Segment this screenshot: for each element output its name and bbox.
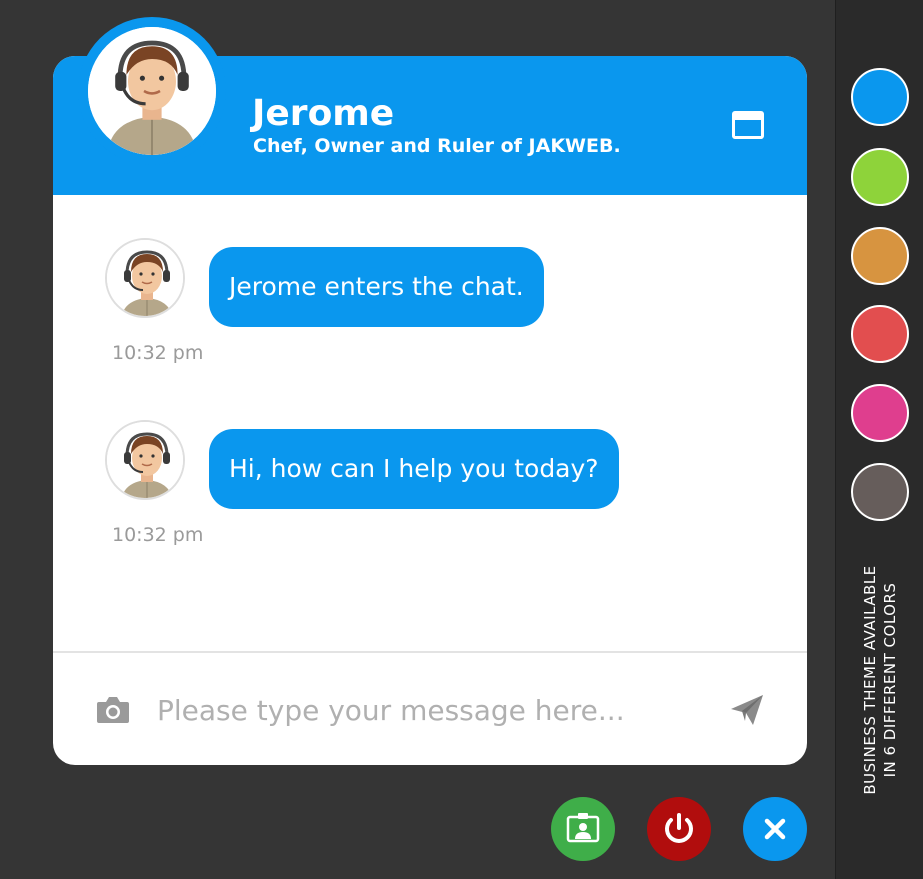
agent-avatar xyxy=(105,420,185,500)
agent-portrait-icon xyxy=(88,27,216,155)
agent-avatar xyxy=(105,238,185,318)
camera-icon[interactable] xyxy=(96,693,130,725)
theme-swatch-red[interactable] xyxy=(851,305,909,363)
power-icon xyxy=(665,813,693,843)
message-bubble: Hi, how can I help you today? xyxy=(209,429,619,509)
agent-portrait-icon xyxy=(107,422,183,498)
message-bubble: Jerome enters the chat. xyxy=(209,247,544,327)
theme-caption-line-2: IN 6 DIFFERENT COLORS xyxy=(881,582,899,778)
agent-header-avatar xyxy=(78,17,226,165)
agent-title: Chef, Owner and Ruler of JAKWEB. xyxy=(253,135,621,157)
theme-swatch-orange[interactable] xyxy=(851,227,909,285)
message-input[interactable] xyxy=(155,684,699,736)
theme-caption-line-1: BUSINESS THEME AVAILABLE xyxy=(861,565,879,795)
close-icon xyxy=(764,818,786,840)
end-chat-button[interactable] xyxy=(647,797,711,861)
agent-name: Jerome xyxy=(252,93,395,134)
composer-divider xyxy=(53,651,807,653)
paper-plane-icon[interactable] xyxy=(729,693,765,727)
theme-swatch-brown[interactable] xyxy=(851,463,909,521)
agent-portrait-icon xyxy=(107,240,183,316)
theme-color-sidebar: BUSINESS THEME AVAILABLE IN 6 DIFFERENT … xyxy=(835,0,923,879)
window-minimize-icon[interactable] xyxy=(731,110,765,142)
theme-swatch-blue[interactable] xyxy=(851,68,909,126)
message-timestamp: 10:32 pm xyxy=(112,342,204,364)
contact-card-icon xyxy=(566,813,600,843)
theme-swatch-pink[interactable] xyxy=(851,384,909,442)
theme-caption: BUSINESS THEME AVAILABLE IN 6 DIFFERENT … xyxy=(860,565,900,794)
contact-card-button[interactable] xyxy=(551,797,615,861)
message-timestamp: 10:32 pm xyxy=(112,524,204,546)
close-chat-button[interactable] xyxy=(743,797,807,861)
theme-swatch-green[interactable] xyxy=(851,148,909,206)
